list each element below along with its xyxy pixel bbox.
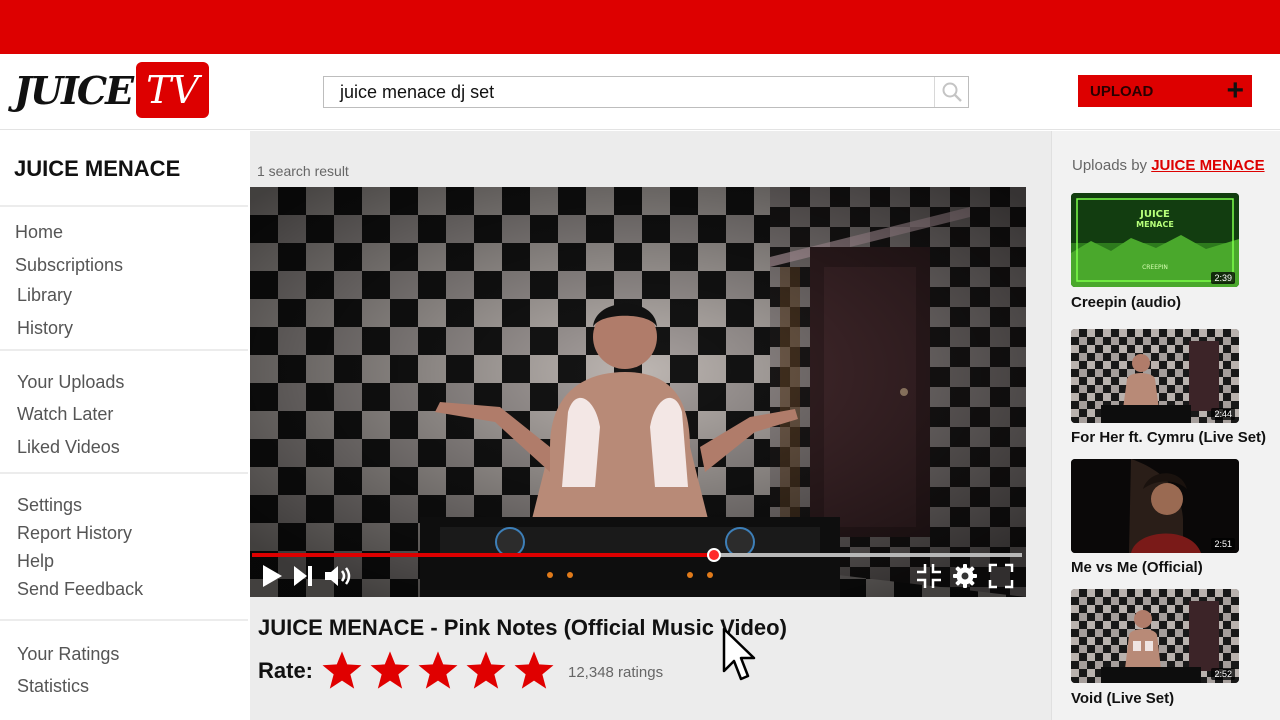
search-result-count: 1 search result xyxy=(257,163,349,179)
plus-icon: + xyxy=(1226,74,1244,107)
star-icon[interactable] xyxy=(510,648,558,692)
nav-item-history[interactable]: History xyxy=(17,318,73,339)
fullscreen-button[interactable] xyxy=(986,559,1016,593)
juicetv-logo[interactable]: JUICE TV xyxy=(14,62,209,118)
video-title-link[interactable]: Me vs Me (Official) xyxy=(1071,559,1203,576)
video-thumbnail[interactable]: 2:44 xyxy=(1071,329,1239,423)
star-icon[interactable] xyxy=(414,648,462,692)
main-content: 1 search result JUICE MENACE - Pink Note… xyxy=(250,131,1051,720)
video-title: JUICE MENACE - Pink Notes (Official Musi… xyxy=(258,615,787,640)
nav-divider xyxy=(0,349,248,351)
left-sidebar: JUICE MENACE Home Subscriptions Library … xyxy=(0,131,250,720)
logo-juice-text: JUICE xyxy=(14,67,134,113)
star-icon[interactable] xyxy=(366,648,414,692)
search-input[interactable]: juice menace dj set xyxy=(323,76,969,108)
ratings-count: 12,348 ratings xyxy=(568,664,664,681)
uploads-by-heading: Uploads by JUICE MENACE xyxy=(1072,157,1265,174)
video-title-link[interactable]: Creepin (audio) xyxy=(1071,294,1181,311)
next-button[interactable] xyxy=(290,559,316,593)
mouse-cursor-icon xyxy=(722,627,756,681)
video-thumbnail[interactable]: JUICE MENACE CREEPIN 2:39 xyxy=(1071,193,1239,287)
top-brand-bar xyxy=(0,0,1280,54)
uploads-by-prefix: Uploads by xyxy=(1072,157,1148,174)
exit-fullscreen-button[interactable] xyxy=(914,559,944,593)
svg-text:MENACE: MENACE xyxy=(1136,220,1174,229)
upload-button[interactable]: UPLOAD + xyxy=(1078,75,1252,107)
nav-item-report-history[interactable]: Report History xyxy=(17,523,132,544)
video-thumbnail[interactable]: 2:52 xyxy=(1071,589,1239,683)
svg-text:JUICE: JUICE xyxy=(1139,209,1170,220)
svg-text:CREEPIN: CREEPIN xyxy=(1142,264,1168,271)
settings-button[interactable] xyxy=(950,559,980,593)
video-duration: 2:39 xyxy=(1211,272,1235,284)
channel-name: JUICE MENACE xyxy=(14,156,181,181)
nav-item-library[interactable]: Library xyxy=(17,285,72,306)
logo-tv-badge: TV xyxy=(136,62,209,118)
nav-item-help[interactable]: Help xyxy=(17,551,54,572)
video-duration: 2:51 xyxy=(1211,538,1235,550)
video-thumbnail[interactable]: 2:51 xyxy=(1071,459,1239,553)
star-rating[interactable] xyxy=(318,648,558,692)
star-icon[interactable] xyxy=(318,648,366,692)
nav-divider xyxy=(0,205,248,207)
nav-item-your-ratings[interactable]: Your Ratings xyxy=(17,644,119,665)
nav-item-your-uploads[interactable]: Your Uploads xyxy=(17,372,124,393)
search-button[interactable] xyxy=(934,77,968,107)
rate-label: Rate: xyxy=(258,658,314,683)
right-sidebar: Uploads by JUICE MENACE JUICE MENACE CRE… xyxy=(1051,131,1280,720)
collapse-icon xyxy=(917,564,941,588)
volume-icon xyxy=(325,566,351,586)
progress-bar[interactable] xyxy=(252,548,1022,562)
upload-label: UPLOAD xyxy=(1090,82,1154,100)
video-title-link[interactable]: For Her ft. Cymru (Live Set) xyxy=(1071,429,1266,446)
video-duration: 2:44 xyxy=(1211,408,1235,420)
play-icon xyxy=(263,565,282,587)
nav-divider xyxy=(0,472,248,474)
star-icon[interactable] xyxy=(462,648,510,692)
uploads-by-channel-link[interactable]: JUICE MENACE xyxy=(1151,157,1264,174)
search-query: juice menace dj set xyxy=(340,82,495,102)
video-title-link[interactable]: Void (Live Set) xyxy=(1071,690,1174,707)
nav-item-watch-later[interactable]: Watch Later xyxy=(17,404,113,425)
nav-item-send-feedback[interactable]: Send Feedback xyxy=(17,579,143,600)
fullscreen-icon xyxy=(988,563,1014,589)
header: JUICE TV juice menace dj set UPLOAD + xyxy=(0,54,1280,130)
progress-scrubber[interactable] xyxy=(707,548,721,562)
video-frame xyxy=(250,187,1026,597)
skip-next-icon xyxy=(294,566,312,586)
nav-divider xyxy=(0,619,248,621)
video-duration: 2:52 xyxy=(1211,668,1235,680)
nav-item-statistics[interactable]: Statistics xyxy=(17,676,89,697)
video-player[interactable] xyxy=(250,187,1026,597)
nav-item-settings[interactable]: Settings xyxy=(17,495,82,516)
nav-item-liked-videos[interactable]: Liked Videos xyxy=(17,437,120,458)
search-icon xyxy=(942,82,962,102)
progress-fill xyxy=(252,553,714,557)
volume-button[interactable] xyxy=(322,559,356,593)
play-button[interactable] xyxy=(258,559,286,593)
nav-item-home[interactable]: Home xyxy=(15,222,63,243)
gear-icon xyxy=(953,564,977,588)
nav-item-subscriptions[interactable]: Subscriptions xyxy=(15,255,123,276)
